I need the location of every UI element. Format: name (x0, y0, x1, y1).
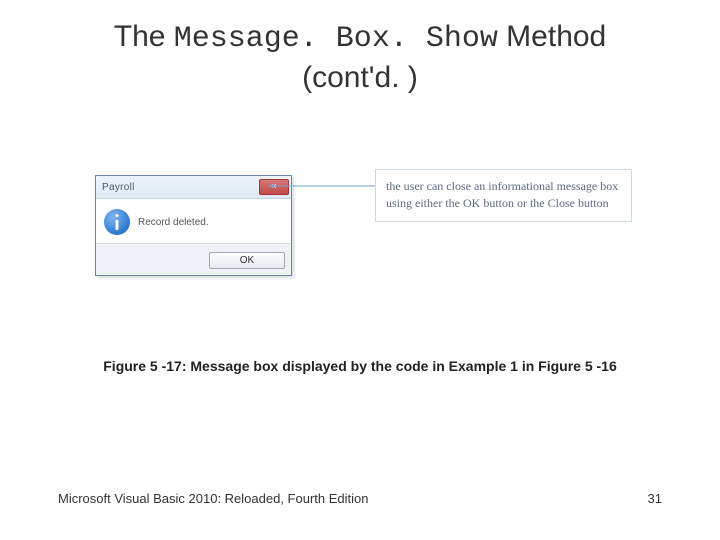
slide: The Message. Box. Show Method (cont'd. )… (0, 0, 720, 540)
messagebox-title: Payroll (102, 182, 135, 193)
info-icon (104, 209, 130, 235)
figure-caption: Figure 5 -17: Message box displayed by t… (0, 358, 720, 374)
messagebox-window: Payroll × Record deleted. OK (95, 175, 292, 276)
slide-title: The Message. Box. Show Method (cont'd. ) (0, 0, 720, 96)
figure-area: Payroll × Record deleted. OK the user ca… (95, 175, 655, 335)
close-button[interactable]: × (259, 179, 289, 195)
title-line2: (cont'd. ) (302, 61, 418, 94)
annotation-callout: the user can close an informational mess… (375, 169, 632, 222)
footer-book-title: Microsoft Visual Basic 2010: Reloaded, F… (58, 491, 368, 506)
messagebox-text: Record deleted. (138, 217, 209, 228)
slide-footer: Microsoft Visual Basic 2010: Reloaded, F… (0, 491, 720, 506)
messagebox-titlebar: Payroll × (96, 176, 291, 199)
page-number: 31 (648, 491, 662, 506)
title-code: Message. Box. Show (174, 22, 498, 56)
messagebox-body: Record deleted. (96, 199, 291, 243)
title-suffix: Method (498, 20, 606, 53)
title-prefix: The (114, 20, 174, 53)
messagebox-footer: OK (96, 243, 291, 275)
ok-button[interactable]: OK (209, 252, 285, 269)
